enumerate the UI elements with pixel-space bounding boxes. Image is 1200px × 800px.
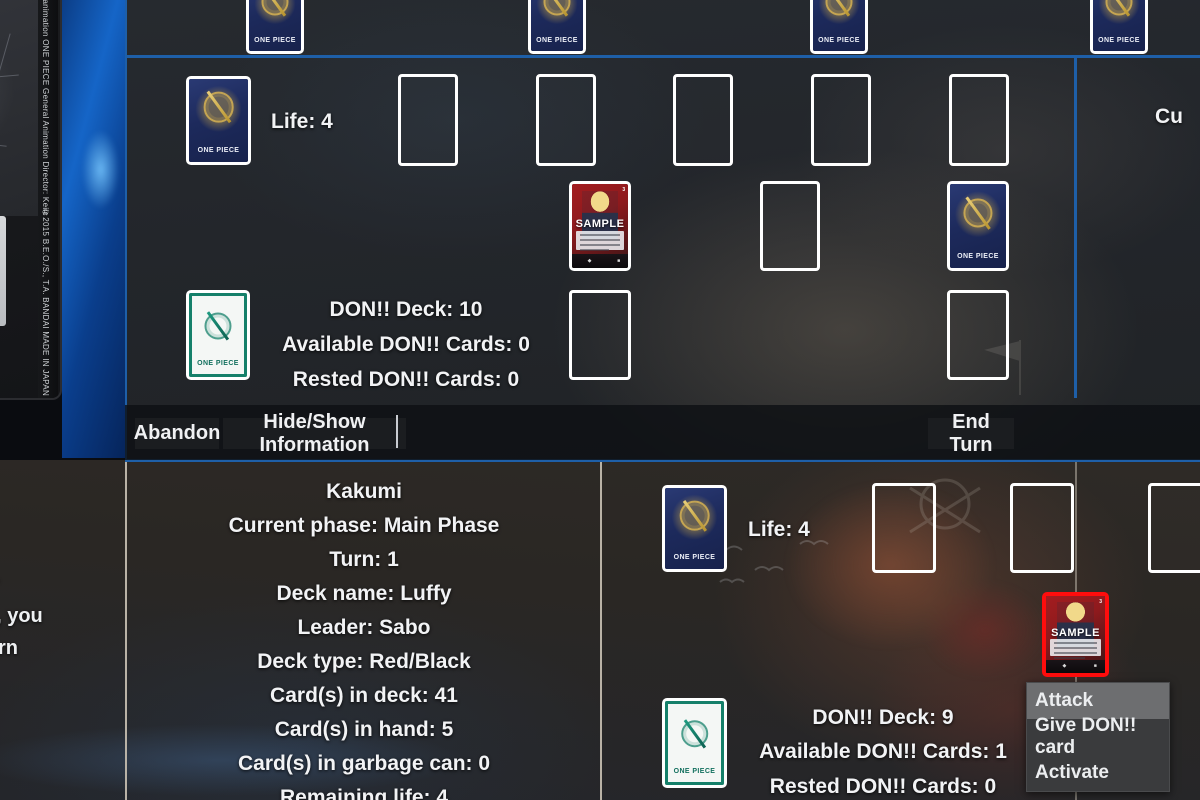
frame-left-border: [125, 0, 127, 462]
toolbar-caret: [396, 415, 398, 448]
opponent-don-available-count: Available DON!! Cards: 0: [282, 333, 530, 356]
opponent-trash-slot[interactable]: [569, 290, 631, 380]
end-turn-button[interactable]: End Turn: [928, 411, 1014, 456]
opponent-stage-slot[interactable]: [760, 181, 820, 271]
hide-show-information-button[interactable]: Hide/Show Information: [223, 411, 406, 456]
effect-tooltip-line: this turn: [0, 637, 18, 659]
player-info-divider: [600, 462, 602, 800]
opponent-don-deck-card[interactable]: ONE PIECE: [186, 290, 250, 380]
opponent-field-top-border: [125, 55, 1200, 58]
player-info-panel: Kakumi Current phase: Main Phase Turn: 1…: [128, 462, 600, 800]
opponent-character-slot[interactable]: [536, 74, 596, 166]
player-don-rested-count: Rested DON!! Cards: 0: [769, 775, 997, 798]
opponent-info-divider: [1074, 58, 1077, 398]
opponent-don-rested-count: Rested DON!! Cards: 0: [292, 368, 520, 391]
player-info-row-decktype: Deck type: Red/Black: [257, 650, 471, 673]
player-don-available-count: Available DON!! Cards: 1: [759, 740, 1007, 763]
action-toolbar: Abandon Hide/Show Information End Turn: [125, 405, 1200, 460]
player-info-row-garbage: Card(s) in garbage can: 0: [237, 752, 491, 775]
opponent-life-label: Life: 4: [271, 110, 333, 133]
card-preview-enlarged[interactable]: aracter give d of 4 LIFE -001 2 TV anima…: [0, 0, 62, 400]
player-character-slot[interactable]: [1148, 483, 1200, 573]
game-board: ONE PIECE ONE PIECE ONE PIECE ONE PIECE …: [0, 0, 1200, 800]
card-preview-artwork: [0, 0, 38, 216]
opponent-character-card[interactable]: 3 SAMPLE ◆ ■: [569, 181, 631, 271]
player-info-row-hand: Card(s) in hand: 5: [274, 718, 454, 741]
player-leader-card[interactable]: ONE PIECE: [662, 485, 727, 572]
player-don-deck-count: DON!! Deck: 9: [812, 706, 954, 729]
card-effect-tooltip: If your K.O.'d, you this turn: [0, 568, 113, 664]
player-info-row-deck: Card(s) in deck: 41: [270, 684, 458, 707]
player-info-row-deckname: Deck name: Luffy: [276, 582, 452, 605]
opponent-hand-card[interactable]: ONE PIECE: [528, 0, 586, 54]
card-context-menu: Attack Give DON!! card Activate: [1026, 682, 1170, 792]
abandon-button[interactable]: Abandon: [134, 418, 220, 449]
left-blue-backdrop: [62, 0, 126, 458]
opponent-hand-card[interactable]: ONE PIECE: [246, 0, 304, 54]
opponent-character-slot[interactable]: [673, 74, 733, 166]
player-info-row-turn: Turn: 1: [329, 548, 399, 571]
opponent-hand-card[interactable]: ONE PIECE: [1090, 0, 1148, 54]
player-don-deck-card[interactable]: ONE PIECE: [662, 698, 727, 788]
player-info-row-life: Remaining life: 4: [279, 786, 449, 800]
opponent-deck-card[interactable]: ONE PIECE: [947, 181, 1009, 271]
card-cost: 3: [622, 187, 626, 194]
player-left-divider: [125, 462, 127, 800]
card-preview-effect-box: aracter give d of: [0, 216, 6, 326]
card-cost: 3: [1099, 599, 1103, 606]
player-selected-character-card[interactable]: 3 SAMPLE ◆ ■: [1042, 592, 1109, 677]
player-info-row-leader: Leader: Sabo: [297, 616, 431, 639]
player-name: Kakumi: [326, 480, 402, 503]
player-character-slot[interactable]: [1010, 483, 1074, 573]
card-preview-side-credits: TV animation ONE PIECE General Animation…: [38, 0, 58, 398]
opponent-character-slot[interactable]: [811, 74, 871, 166]
context-menu-item-attack[interactable]: Attack: [1027, 683, 1169, 719]
opponent-character-slot[interactable]: [949, 74, 1009, 166]
effect-tooltip-line: K.O.'d, you: [0, 605, 43, 627]
opponent-leader-card[interactable]: ONE PIECE: [186, 76, 251, 165]
opponent-extra-slot[interactable]: [947, 290, 1009, 380]
context-menu-item-give-don[interactable]: Give DON!! card: [1027, 715, 1169, 758]
player-info-row-phase: Current phase: Main Phase: [228, 514, 500, 537]
opponent-character-slot[interactable]: [398, 74, 458, 166]
context-menu-item-activate[interactable]: Activate: [1027, 755, 1169, 791]
player-life-label: Life: 4: [748, 518, 810, 541]
opponent-don-deck-count: DON!! Deck: 10: [329, 298, 483, 321]
effect-tooltip-line: If your: [0, 568, 113, 600]
opponent-info-panel-text: Cu: [1155, 105, 1183, 128]
player-character-slot[interactable]: [872, 483, 936, 573]
opponent-hand-card[interactable]: ONE PIECE: [810, 0, 868, 54]
